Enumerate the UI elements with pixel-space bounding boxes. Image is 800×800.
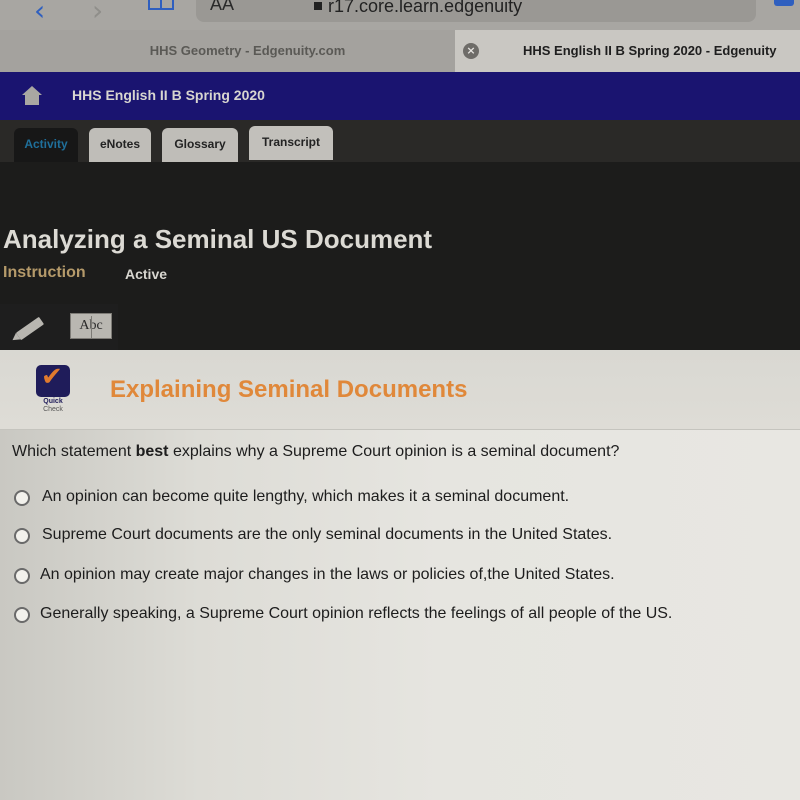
home-icon-roof — [22, 86, 42, 95]
answer-option-text[interactable]: Supreme Court documents are the only sem… — [42, 526, 612, 544]
bookmarks-icon[interactable] — [148, 0, 174, 10]
question-suffix: explains why a Supreme Court opinion is … — [168, 443, 620, 460]
browser-tab-geometry[interactable]: HHS Geometry - Edgenuity.com — [0, 30, 455, 72]
radio-button[interactable] — [14, 607, 30, 623]
browser-toolbar: ‹ › r17.core.learn.edgenuity AA — [0, 0, 800, 30]
lock-icon — [314, 2, 322, 10]
pencil-icon[interactable] — [15, 316, 45, 341]
share-icon[interactable] — [774, 0, 794, 6]
close-tab-icon[interactable]: × — [463, 43, 479, 59]
tab-glossary[interactable]: Glossary — [162, 128, 238, 162]
tab-transcript[interactable]: Transcript — [249, 126, 333, 160]
activity-tabs: Activity eNotes Glossary Transcript — [0, 120, 800, 162]
quick-check-label: Quick Check — [34, 398, 72, 414]
address-bar[interactable]: r17.core.learn.edgenuity — [196, 0, 794, 22]
quick-check-label-line1: Quick — [43, 398, 63, 405]
home-icon[interactable] — [22, 86, 42, 106]
browser-tab-strip: HHS Geometry - Edgenuity.com × HHS Engli… — [0, 30, 800, 72]
url-text[interactable]: r17.core.learn.edgenuity — [328, 0, 522, 17]
home-icon-base — [25, 95, 39, 105]
radio-button[interactable] — [14, 490, 30, 506]
quick-check-panel: ✔ Quick Check Explaining Seminal Documen… — [0, 350, 800, 800]
forward-chevron-icon[interactable]: › — [92, 0, 103, 27]
browser-tab-label: HHS Geometry - Edgenuity.com — [149, 43, 346, 58]
answer-option-text[interactable]: An opinion can become quite lengthy, whi… — [42, 488, 569, 506]
tab-enotes[interactable]: eNotes — [89, 128, 151, 162]
tab-activity[interactable]: Activity — [14, 128, 78, 162]
browser-tab-label: HHS English II B Spring 2020 - Edgenuity — [523, 43, 777, 58]
quick-check-checkmark-icon: ✔ — [36, 362, 70, 397]
lesson-tools: Abc — [0, 304, 118, 350]
radio-button[interactable] — [14, 568, 30, 584]
reader-button[interactable]: AA — [210, 0, 234, 15]
quick-check-header: ✔ Quick Check Explaining Seminal Documen… — [0, 350, 800, 430]
answer-option-text[interactable]: An opinion may create major changes in t… — [40, 566, 615, 584]
question-emphasis: best — [135, 443, 169, 460]
course-bar: HHS English II B Spring 2020 — [0, 72, 800, 120]
quick-check-label-line2: Check — [43, 406, 63, 413]
lesson-header: Analyzing a Seminal US Document Instruct… — [0, 162, 800, 350]
back-chevron-icon[interactable]: ‹ — [34, 0, 45, 27]
lesson-status: Active — [125, 266, 168, 282]
quick-check-title: Explaining Seminal Documents — [110, 376, 468, 403]
lesson-title: Analyzing a Seminal US Document — [3, 224, 433, 254]
lesson-type: Instruction — [3, 264, 86, 281]
question-text: Which statement best explains why a Supr… — [12, 443, 619, 461]
course-title: HHS English II B Spring 2020 — [72, 87, 265, 103]
radio-button[interactable] — [14, 528, 30, 544]
answer-option-text[interactable]: Generally speaking, a Supreme Court opin… — [40, 605, 672, 623]
dictionary-icon[interactable]: Abc — [70, 313, 112, 339]
browser-tab-english[interactable]: × HHS English II B Spring 2020 - Edgenui… — [455, 30, 800, 72]
question-prefix: Which statement — [12, 443, 136, 460]
lesson-meta: Instruction Active — [3, 264, 167, 282]
